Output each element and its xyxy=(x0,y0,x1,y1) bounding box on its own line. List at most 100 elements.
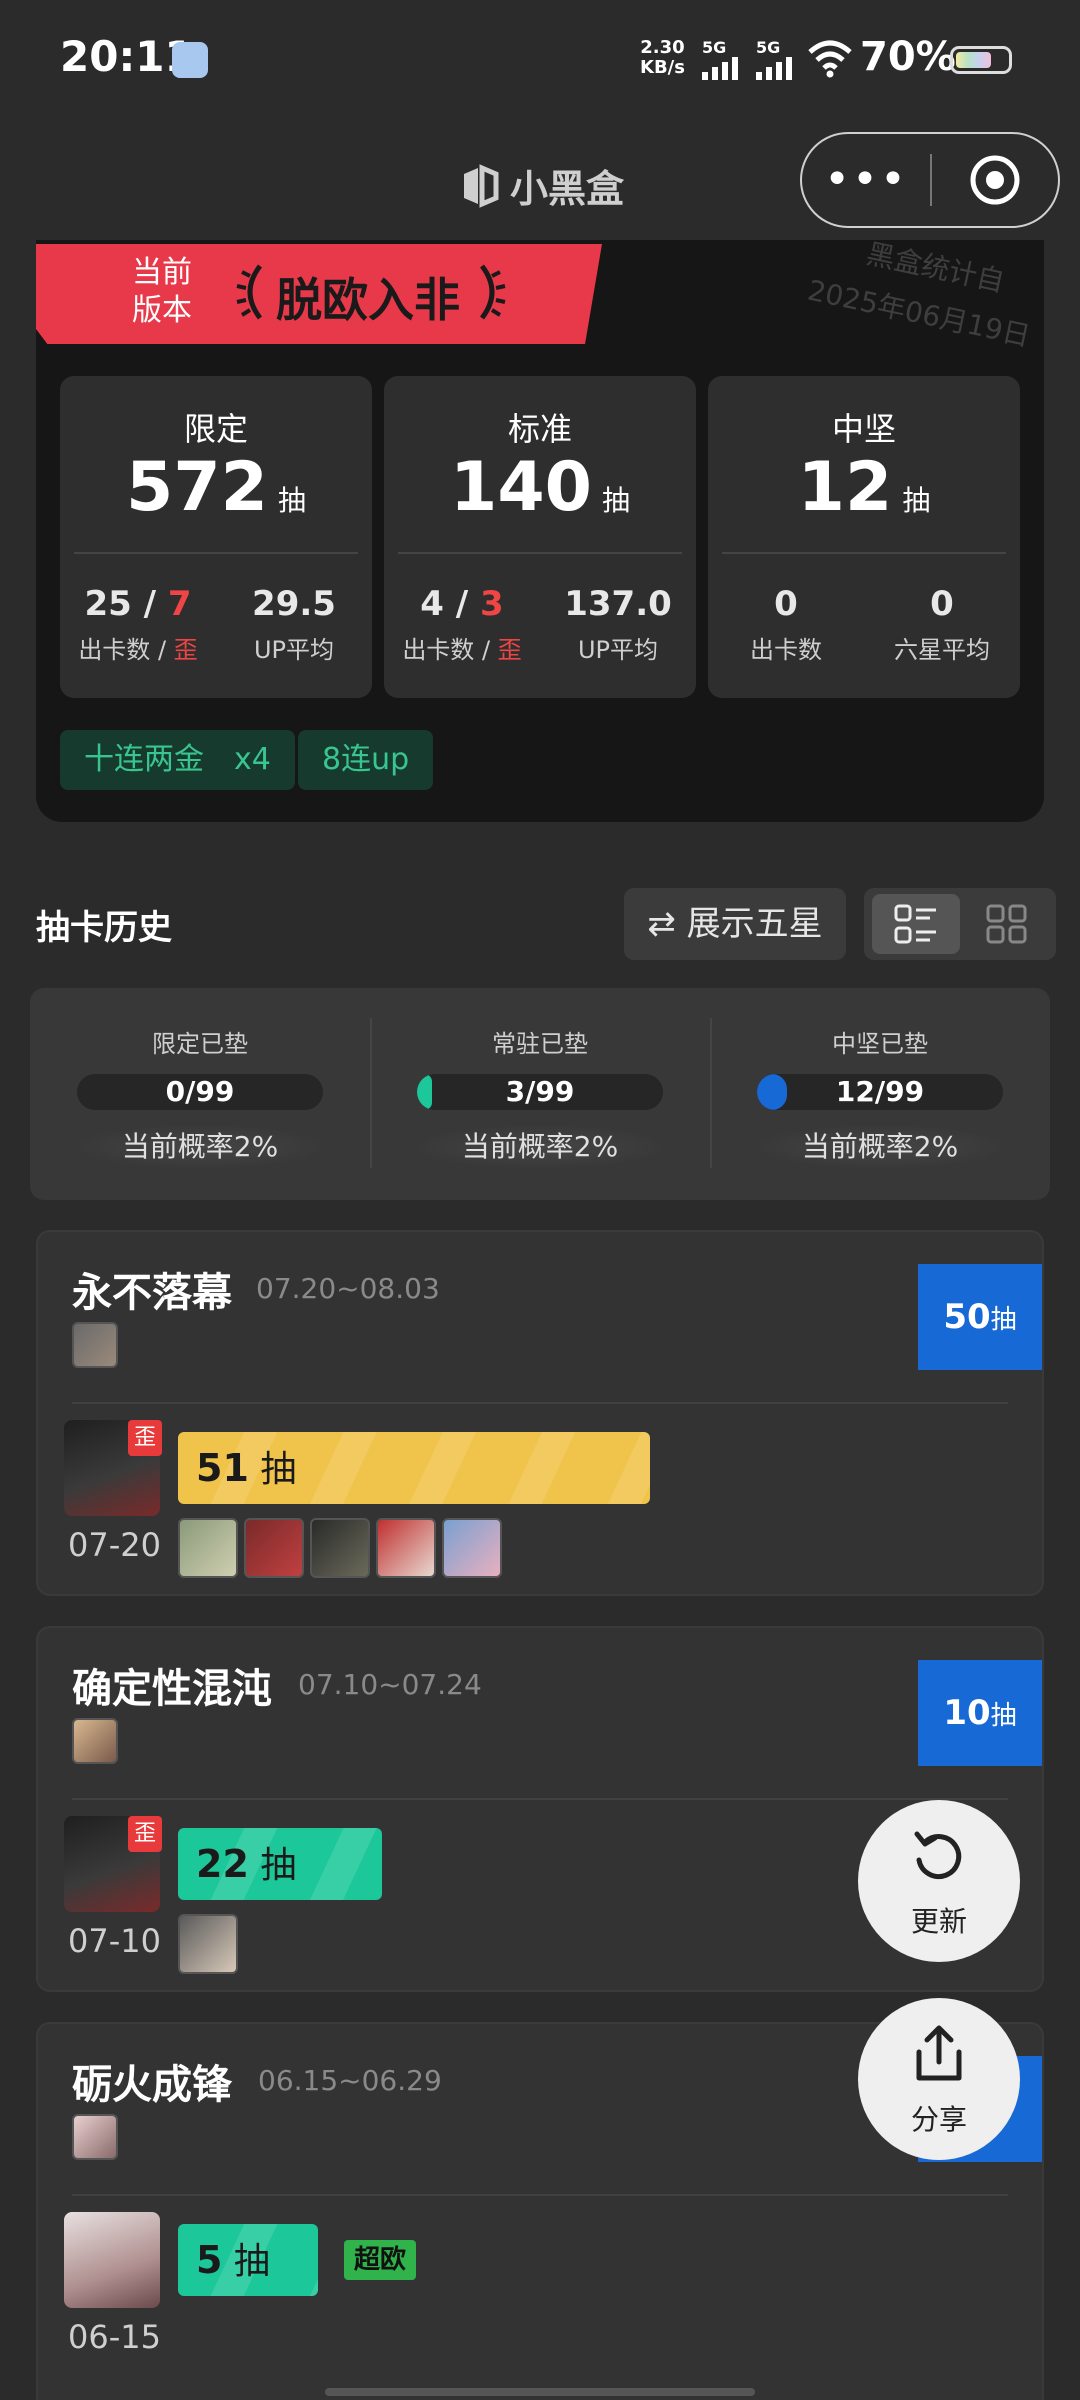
pity-probability: 当前概率2% xyxy=(420,1126,660,1168)
pull-bar-count: 51 xyxy=(196,1446,249,1490)
stat-total-value: 140 xyxy=(450,448,592,527)
six-avg-value: 0 xyxy=(930,584,954,624)
banner-pull-count: 50抽 xyxy=(918,1264,1042,1370)
five-star-list xyxy=(178,1518,502,1578)
pity-progress-bar: 12/99 xyxy=(757,1074,1003,1110)
pity-panel: 限定已垫 0/99 当前概率2% 常驻已垫 3/99 当前概率2% 中坚已垫 1… xyxy=(30,988,1050,1200)
stat-total-value: 12 xyxy=(797,448,893,527)
stat-name: 标准 xyxy=(507,410,572,448)
share-icon xyxy=(916,2025,962,2081)
super-lucky-badge: 超欧 xyxy=(344,2240,417,2280)
list-view-icon xyxy=(894,904,936,944)
pull-bar-unit: 抽 xyxy=(260,1845,297,1886)
home-indicator xyxy=(325,2388,755,2396)
pull-date: 06-15 xyxy=(68,2318,161,2356)
list-view-button[interactable] xyxy=(872,894,960,954)
stat-total: 572 抽 xyxy=(60,448,372,527)
stat-name: 限定 xyxy=(183,410,248,448)
banner-operator-thumb xyxy=(72,2114,118,2160)
pity-value: 3/99 xyxy=(505,1075,575,1108)
off-rate-badge: 歪 xyxy=(128,1420,162,1456)
share-label: 分享 xyxy=(910,2103,967,2136)
grid-view-icon xyxy=(986,904,1027,944)
pity-progress-bar: 3/99 xyxy=(417,1074,663,1110)
banner-divider xyxy=(72,1402,1008,1404)
stat-limited: 限定 572 抽 25 / 7 出卡数 / 歪 29.5 UP平均 xyxy=(60,376,372,698)
miniprogram-capsule: ••• xyxy=(800,132,1060,228)
pull-bar-count: 5 xyxy=(196,2238,223,2282)
five-star-thumb xyxy=(178,1914,238,1974)
banner-divider xyxy=(72,2194,1008,2196)
stat-standard: 标准 140 抽 4 / 3 出卡数 / 歪 137.0 UP平均 xyxy=(384,376,696,698)
status-bar: 20:11 2.30 KB/s 5G 5G 70% xyxy=(0,0,1080,120)
off-rate-count: 3 xyxy=(480,584,504,624)
banner-count-value: 10 xyxy=(943,1693,991,1733)
version-label-line2: 版本 xyxy=(132,293,192,328)
version-label-line1: 当前 xyxy=(132,255,192,290)
stat-up-avg: 29.5 UP平均 xyxy=(216,584,372,665)
refresh-button[interactable]: 更新 xyxy=(858,1800,1020,1962)
pity-value: 12/99 xyxy=(835,1075,925,1108)
six-avg-label: 六星平均 xyxy=(894,636,990,664)
share-button[interactable]: 分享 xyxy=(858,1998,1020,2160)
version-title: 脱欧入非 xyxy=(276,273,460,327)
sim2-label: 5G xyxy=(756,38,781,57)
off-rate-count: 7 xyxy=(167,584,192,624)
stat-cards: 0 出卡数 xyxy=(708,584,864,665)
refresh-label: 更新 xyxy=(910,1905,967,1938)
stat-core: 中坚 12 抽 0 出卡数 0 六星平均 xyxy=(708,376,1020,698)
banner-dates: 07.10~07.24 xyxy=(298,1668,482,1701)
banner-divider xyxy=(72,1798,1008,1800)
banner-count-unit: 抽 xyxy=(990,1701,1017,1731)
net-speed-unit: KB/s xyxy=(640,57,685,78)
stat-divider xyxy=(74,552,358,554)
banner-operator-thumb xyxy=(72,1718,118,1764)
pity-progress-bar: 0/99 xyxy=(77,1074,323,1110)
summary-card: 黑盒统计自 2025年06月19日 当前 版本 脱欧入非 限定 572 抽 25 … xyxy=(36,240,1044,822)
tag-double-gold: 十连两金 x4 xyxy=(60,730,295,790)
banner-count-value: 50 xyxy=(943,1297,991,1337)
five-star-thumb xyxy=(178,1518,238,1578)
banner-operator-thumb xyxy=(72,1322,118,1368)
target-circle-icon xyxy=(970,155,1020,205)
net-speed-value: 2.30 xyxy=(640,37,685,58)
cards-sep: / xyxy=(455,584,469,624)
cards-label: 出卡数 / xyxy=(78,636,167,664)
banner-name: 永不落幕 xyxy=(72,1270,232,1316)
network-speed: 2.30 KB/s xyxy=(640,38,685,78)
stat-total: 12 抽 xyxy=(708,448,1020,527)
battery-icon xyxy=(950,46,1012,74)
banner-name: 确定性混沌 xyxy=(72,1666,272,1712)
sim1-label: 5G xyxy=(702,38,727,57)
laurel-left-icon xyxy=(236,264,263,320)
pull-bar-unit: 抽 xyxy=(260,1449,297,1490)
stat-up-avg: 137.0 UP平均 xyxy=(540,584,696,665)
banner-pull-count: 10抽 xyxy=(918,1660,1042,1766)
pity-title: 常驻已垫 xyxy=(492,1030,588,1058)
battery-percent: 70% xyxy=(860,34,956,80)
up-avg-value: 29.5 xyxy=(252,584,336,624)
more-dots-icon[interactable]: ••• xyxy=(802,158,930,202)
banner-dates: 07.20~08.03 xyxy=(256,1272,440,1305)
show-five-star-toggle[interactable]: ⇄ 展示五星 xyxy=(624,888,846,960)
banner-dates: 06.15~06.29 xyxy=(258,2064,442,2097)
close-miniprogram-button[interactable] xyxy=(932,153,1058,207)
stat-name: 中坚 xyxy=(831,410,896,448)
laurel-right-icon xyxy=(479,264,506,320)
banner-card[interactable]: 永不落幕 07.20~08.03 50抽 歪 07-20 51 抽 xyxy=(36,1230,1044,1596)
grid-view-button[interactable] xyxy=(968,894,1048,954)
five-star-thumb xyxy=(310,1518,370,1578)
app-name: 小黑盒 xyxy=(510,167,625,211)
banner-name: 砺火成锋 xyxy=(72,2062,232,2108)
pull-date: 07-10 xyxy=(68,1922,161,1960)
pull-bar-count: 22 xyxy=(196,1842,249,1886)
stat-cards: 4 / 3 出卡数 / 歪 xyxy=(384,584,540,665)
signal-bars-icon xyxy=(756,57,792,80)
pull-bar: 51 抽 xyxy=(178,1432,650,1504)
pity-value: 0/99 xyxy=(165,1075,235,1108)
pull-bar-unit: 抽 xyxy=(233,2241,270,2282)
wifi-icon xyxy=(808,40,852,78)
five-star-thumb xyxy=(244,1518,304,1578)
pity-probability: 当前概率2% xyxy=(80,1126,320,1168)
pull-date: 07-20 xyxy=(68,1526,161,1564)
